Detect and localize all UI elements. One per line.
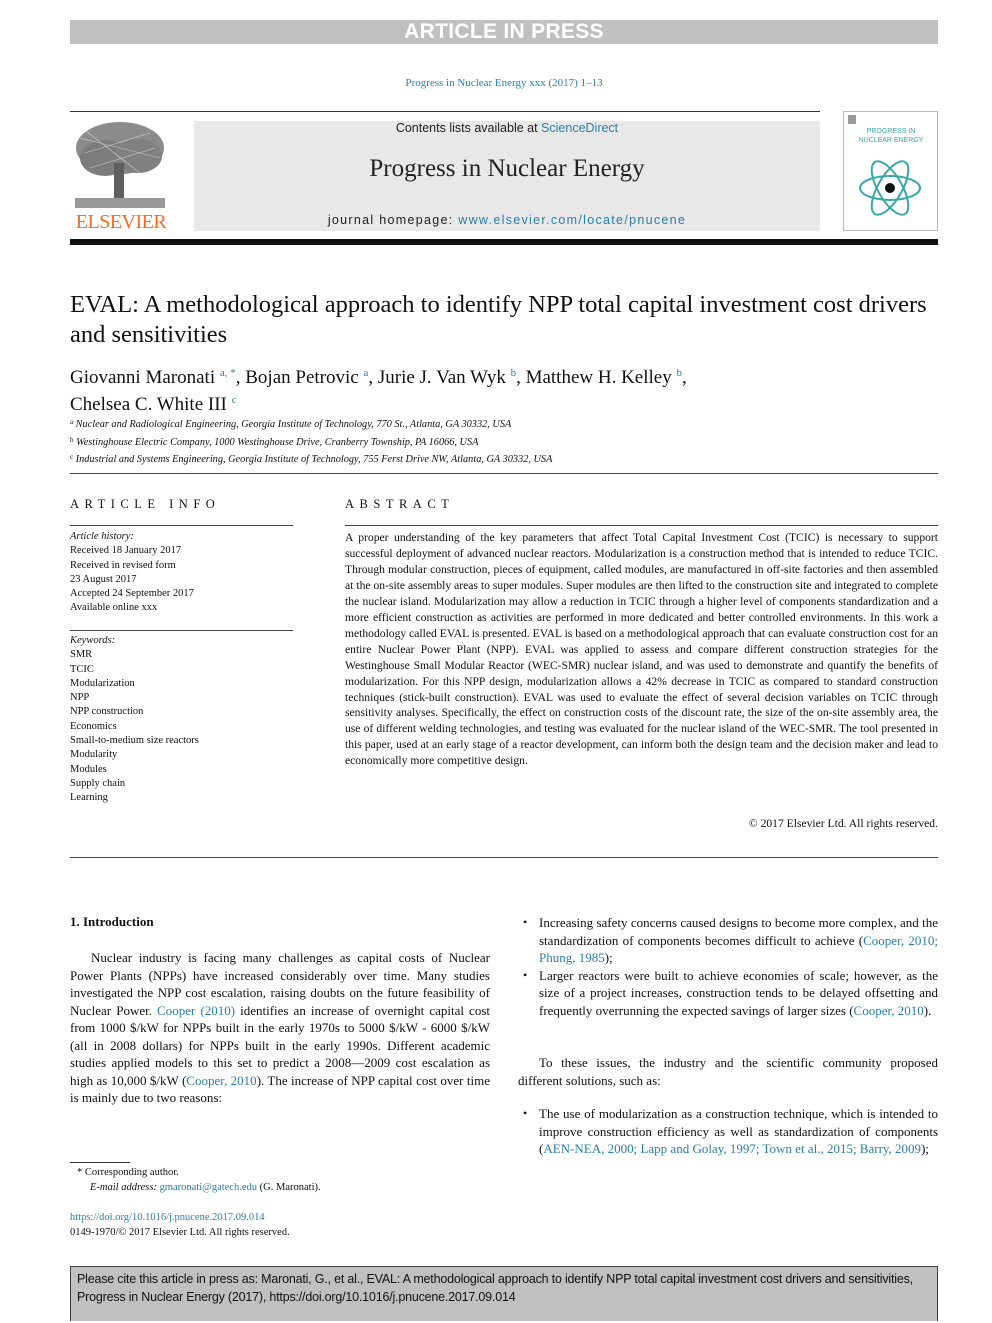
keywords-label: Keywords: <box>70 635 116 646</box>
body-rule <box>70 857 938 858</box>
keyword[interactable]: Supply chain <box>70 777 293 791</box>
author-separator: , <box>368 367 378 388</box>
history-entry: Accepted 24 September 2017 <box>70 588 194 600</box>
corresponding-author-footnote: * Corresponding author. E-mail address: … <box>77 1165 497 1195</box>
footnote-rule <box>70 1162 130 1163</box>
email-link[interactable]: gmaronati@gatech.edu <box>160 1182 257 1193</box>
author-separator: , <box>235 367 246 388</box>
author-name: Chelsea C. White III <box>70 394 232 415</box>
homepage-prefix: journal homepage: <box>327 213 459 227</box>
history-entry: Received in revised form <box>70 559 176 571</box>
journal-name: Progress in Nuclear Energy <box>369 155 645 182</box>
cover-title-line2: NUCLEAR ENERGY <box>858 137 924 144</box>
author-separator: , <box>681 367 687 388</box>
author-list: Giovanni Maronati a, *, Bojan Petrovic a… <box>70 362 940 416</box>
article-title: EVAL: A methodological approach to ident… <box>70 291 927 348</box>
affiliation: c Industrial and Systems Engineering, Ge… <box>70 450 930 468</box>
keyword[interactable]: Modules <box>70 763 293 777</box>
introduction-paragraph-2: To these issues, the industry and the sc… <box>518 1055 938 1088</box>
keyword[interactable]: Modularity <box>70 748 293 762</box>
contents-prefix: Contents lists available at <box>395 121 542 135</box>
citation-link[interactable]: AEN-NEA, 2000; Lapp and Golay, 1997; Tow… <box>543 1141 921 1156</box>
cover-title-line1: PROGRESS IN <box>866 128 916 135</box>
article-info-heading: ARTICLE INFO <box>70 497 221 511</box>
keyword[interactable]: NPP construction <box>70 705 293 719</box>
history-label: Article history: <box>70 531 134 542</box>
email-line: E-mail address: gmaronati@gatech.edu (G.… <box>77 1180 497 1195</box>
keyword[interactable]: Economics <box>70 720 293 734</box>
citation-link[interactable]: Cooper, 2010 <box>854 1003 924 1018</box>
abstract-heading: ABSTRACT <box>345 497 455 511</box>
author-name: Bojan Petrovic <box>245 367 364 388</box>
affiliation-text: Westinghouse Electric Company, 1000 West… <box>73 436 479 448</box>
bullet-item: Larger reactors were built to achieve ec… <box>518 967 938 1020</box>
history-entry: 23 August 2017 <box>70 573 137 585</box>
introduction-paragraph-1: Nuclear industry is facing many challeng… <box>70 949 490 1107</box>
corresponding-label: * Corresponding author. <box>77 1167 179 1178</box>
keyword[interactable]: TCIC <box>70 663 293 677</box>
keyword[interactable]: Learning <box>70 791 293 805</box>
affiliation: b Westinghouse Electric Company, 1000 We… <box>70 433 930 451</box>
section-rule <box>70 473 938 474</box>
bullet-item: Increasing safety concerns caused design… <box>518 914 938 967</box>
citation-link[interactable]: Cooper, 2010 <box>186 1073 256 1088</box>
author-separator: , <box>516 367 526 388</box>
affiliation: a Nuclear and Radiological Engineering, … <box>70 415 930 433</box>
journal-homepage-link[interactable]: www.elsevier.com/locate/pnucene <box>458 213 686 227</box>
header-top-rule <box>70 111 820 112</box>
affiliation-list: a Nuclear and Radiological Engineering, … <box>70 415 930 468</box>
abstract-rule <box>345 525 938 526</box>
abstract-copyright: © 2017 Elsevier Ltd. All rights reserved… <box>748 817 938 830</box>
keywords-block: Keywords: SMR TCIC Modularization NPP NPP co… <box>70 634 293 806</box>
affiliation-text: Industrial and Systems Engineering, Geor… <box>73 454 553 465</box>
abstract-text: A proper understanding of the key parame… <box>345 531 938 768</box>
article-info-rule <box>70 525 293 526</box>
keyword[interactable]: Small-to-medium size reactors <box>70 734 293 748</box>
solutions-bullet-list: The use of modularization as a construct… <box>518 1105 938 1158</box>
journal-reference-link[interactable]: Progress in Nuclear Energy xxx (2017) 1–… <box>0 77 992 89</box>
journal-homepage-line: journal homepage: www.elsevier.com/locat… <box>194 213 820 227</box>
keyword[interactable]: SMR <box>70 648 293 662</box>
keyword[interactable]: NPP <box>70 691 293 705</box>
doi-link[interactable]: https://doi.org/10.1016/j.pnucene.2017.0… <box>70 1210 490 1225</box>
history-items: Received 18 January 2017 Received in revi… <box>70 544 293 615</box>
author-name: Matthew H. Kelley <box>525 367 677 388</box>
email-suffix: (G. Maronati). <box>257 1182 321 1193</box>
citation-notice-box: Please cite this article in press as: Ma… <box>70 1266 938 1321</box>
keyword[interactable]: Modularization <box>70 677 293 691</box>
history-entry: Received 18 January 2017 <box>70 545 182 557</box>
header-thick-rule <box>70 239 938 245</box>
history-entry: Available online xxx <box>70 602 158 614</box>
affiliation-text: Nuclear and Radiological Engineering, Ge… <box>73 419 512 430</box>
doi-block: https://doi.org/10.1016/j.pnucene.2017.0… <box>70 1210 490 1240</box>
text-run: ); <box>604 950 613 965</box>
bullet-item: The use of modularization as a construct… <box>518 1105 938 1158</box>
citation-link[interactable]: Cooper (2010) <box>157 1003 235 1018</box>
cover-title: PROGRESS IN NUCLEAR ENERGY <box>850 127 932 145</box>
keyword-items: SMR TCIC Modularization NPP NPP construction… <box>70 648 293 805</box>
text-run: ); <box>921 1141 930 1156</box>
elsevier-wordmark[interactable]: ELSEVIER <box>70 211 172 234</box>
contents-available-line: Contents lists available at ScienceDirec… <box>194 121 820 135</box>
author-affiliation-marker[interactable]: a, * <box>220 367 236 379</box>
author-name: Jurie J. Van Wyk <box>377 367 511 388</box>
email-label: E-mail address: <box>90 1182 160 1193</box>
introduction-heading: 1. Introduction <box>70 914 154 929</box>
reasons-bullet-list: Increasing safety concerns caused design… <box>518 914 938 1019</box>
text-run: ). <box>923 1002 932 1018</box>
keywords-rule <box>70 630 293 631</box>
author-name: Giovanni Maronati <box>70 367 220 388</box>
article-in-press-banner: ARTICLE IN PRESS <box>70 20 938 44</box>
article-history: Article history: Received 18 January 201… <box>70 530 293 616</box>
sciencedirect-link[interactable]: ScienceDirect <box>541 121 618 135</box>
issn-copyright: 0149-1970/© 2017 Elsevier Ltd. All right… <box>70 1227 290 1238</box>
author-affiliation-marker[interactable]: c <box>232 394 237 406</box>
